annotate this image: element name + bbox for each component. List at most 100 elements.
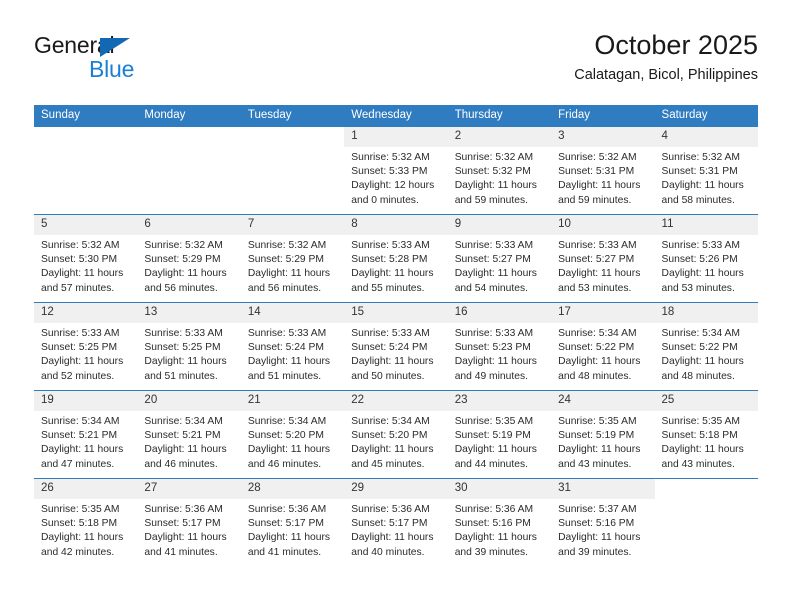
sunset-time: Sunset: 5:27 PM bbox=[454, 254, 531, 266]
daylight-duration-line2: and 55 minutes. bbox=[351, 282, 425, 294]
calendar-day-cell-empty bbox=[34, 127, 138, 215]
sunset-time: Sunset: 5:25 PM bbox=[41, 342, 118, 354]
day-cell-inner: 15 Sunrise: 5:33 AM Sunset: 5:24 PM Dayligh… bbox=[344, 303, 448, 390]
daylight-duration-line1: Daylight: 11 hours bbox=[558, 356, 641, 368]
daylight-duration-line1: Daylight: 11 hours bbox=[661, 268, 744, 280]
calendar-day-cell[interactable]: 18 Sunrise: 5:34 AM Sunset: 5:22 PM Dayligh… bbox=[654, 302, 758, 391]
sunrise-time: Sunrise: 5:32 AM bbox=[247, 240, 327, 251]
calendar-day-cell[interactable]: 28 Sunrise: 5:36 AM Sunset: 5:17 PM Dayligh… bbox=[240, 478, 345, 566]
calendar-day-cell[interactable]: 4 Sunrise: 5:32 AM Sunset: 5:31 PM Daylight… bbox=[654, 127, 758, 215]
day-details: Sunrise: 5:35 AM Sunset: 5:19 PM Daylight:… bbox=[448, 411, 551, 472]
sunset-time: Sunset: 5:30 PM bbox=[41, 254, 118, 266]
day-cell-inner: 18 Sunrise: 5:34 AM Sunset: 5:22 PM Dayligh… bbox=[654, 303, 758, 390]
daylight-duration-line2: and 0 minutes. bbox=[351, 194, 419, 206]
calendar-day-cell[interactable]: 10 Sunrise: 5:33 AM Sunset: 5:27 PM Dayligh… bbox=[551, 214, 655, 303]
day-number: 26 bbox=[34, 479, 138, 499]
day-cell-inner: 23 Sunrise: 5:35 AM Sunset: 5:19 PM Dayligh… bbox=[447, 391, 552, 478]
calendar-day-cell[interactable]: 26 Sunrise: 5:35 AM Sunset: 5:18 PM Dayligh… bbox=[34, 478, 138, 566]
day-cell-inner: 21 Sunrise: 5:34 AM Sunset: 5:20 PM Dayligh… bbox=[240, 391, 345, 478]
day-number: 8 bbox=[344, 215, 448, 235]
day-number bbox=[137, 127, 240, 147]
day-number bbox=[241, 127, 344, 147]
calendar-day-cell[interactable]: 13 Sunrise: 5:33 AM Sunset: 5:25 PM Dayligh… bbox=[137, 302, 241, 391]
calendar-day-cell[interactable]: 21 Sunrise: 5:34 AM Sunset: 5:20 PM Dayligh… bbox=[240, 390, 345, 479]
day-cell-inner: 11 Sunrise: 5:33 AM Sunset: 5:26 PM Dayligh… bbox=[654, 215, 758, 302]
day-number bbox=[655, 479, 758, 499]
calendar-day-cell[interactable]: 20 Sunrise: 5:34 AM Sunset: 5:21 PM Dayligh… bbox=[137, 390, 241, 479]
day-cell-inner: 6 Sunrise: 5:32 AM Sunset: 5:29 PM Daylight… bbox=[137, 215, 241, 302]
day-number: 22 bbox=[344, 391, 448, 411]
day-details: Sunrise: 5:35 AM Sunset: 5:18 PM Daylight:… bbox=[34, 499, 137, 560]
day-details: Sunrise: 5:32 AM Sunset: 5:29 PM Daylight:… bbox=[241, 235, 344, 296]
sunset-time: Sunset: 5:19 PM bbox=[558, 430, 635, 442]
daylight-duration-line1: Daylight: 11 hours bbox=[558, 532, 641, 544]
calendar-day-cell[interactable]: 7 Sunrise: 5:32 AM Sunset: 5:29 PM Daylight… bbox=[240, 214, 345, 303]
day-cell-inner: 12 Sunrise: 5:33 AM Sunset: 5:25 PM Dayligh… bbox=[34, 303, 138, 390]
sunrise-time: Sunrise: 5:36 AM bbox=[247, 504, 327, 515]
day-details: Sunrise: 5:32 AM Sunset: 5:33 PM Daylight:… bbox=[344, 147, 447, 208]
sunrise-time: Sunrise: 5:34 AM bbox=[558, 328, 637, 339]
calendar-day-cell[interactable]: 30 Sunrise: 5:36 AM Sunset: 5:16 PM Dayligh… bbox=[447, 478, 552, 566]
daylight-duration-line2: and 57 minutes. bbox=[41, 282, 115, 294]
day-number: 3 bbox=[551, 127, 655, 147]
sunrise-time: Sunrise: 5:35 AM bbox=[454, 416, 534, 427]
calendar-page: General Blue October 2025 Calatagan, Bic… bbox=[0, 0, 792, 612]
day-cell-inner: 20 Sunrise: 5:34 AM Sunset: 5:21 PM Dayligh… bbox=[137, 391, 241, 478]
calendar-day-cell[interactable]: 22 Sunrise: 5:34 AM Sunset: 5:20 PM Dayligh… bbox=[344, 390, 448, 479]
daylight-duration-line2: and 51 minutes. bbox=[144, 370, 218, 382]
day-details: Sunrise: 5:33 AM Sunset: 5:25 PM Daylight:… bbox=[34, 323, 137, 384]
calendar-day-cell[interactable]: 29 Sunrise: 5:36 AM Sunset: 5:17 PM Dayligh… bbox=[344, 478, 448, 566]
calendar-day-cell[interactable]: 6 Sunrise: 5:32 AM Sunset: 5:29 PM Daylight… bbox=[137, 214, 241, 303]
daylight-duration-line2: and 43 minutes. bbox=[661, 458, 735, 470]
daylight-duration-line2: and 39 minutes. bbox=[558, 546, 632, 558]
day-details: Sunrise: 5:33 AM Sunset: 5:24 PM Daylight:… bbox=[241, 323, 344, 384]
calendar-day-cell[interactable]: 9 Sunrise: 5:33 AM Sunset: 5:27 PM Daylight… bbox=[447, 214, 552, 303]
day-number: 23 bbox=[447, 391, 552, 411]
daylight-duration-line2: and 41 minutes. bbox=[247, 546, 322, 558]
calendar-day-cell[interactable]: 24 Sunrise: 5:35 AM Sunset: 5:19 PM Dayligh… bbox=[551, 390, 655, 479]
daylight-duration-line2: and 59 minutes. bbox=[558, 194, 632, 206]
calendar-day-cell[interactable]: 3 Sunrise: 5:32 AM Sunset: 5:31 PM Daylight… bbox=[551, 127, 655, 215]
calendar-day-cell[interactable]: 19 Sunrise: 5:34 AM Sunset: 5:21 PM Dayligh… bbox=[34, 390, 138, 479]
calendar-day-cell[interactable]: 17 Sunrise: 5:34 AM Sunset: 5:22 PM Dayligh… bbox=[551, 302, 655, 391]
sunset-time: Sunset: 5:17 PM bbox=[144, 518, 221, 530]
logo-word-blue: Blue bbox=[89, 56, 135, 82]
daylight-duration-line2: and 51 minutes. bbox=[247, 370, 322, 382]
calendar-day-cell[interactable]: 8 Sunrise: 5:33 AM Sunset: 5:28 PM Daylight… bbox=[344, 214, 448, 303]
calendar-day-cell[interactable]: 23 Sunrise: 5:35 AM Sunset: 5:19 PM Dayligh… bbox=[447, 390, 552, 479]
day-number: 21 bbox=[240, 391, 345, 411]
day-cell-inner: 28 Sunrise: 5:36 AM Sunset: 5:17 PM Dayligh… bbox=[240, 479, 345, 566]
daylight-duration-line1: Daylight: 11 hours bbox=[351, 268, 434, 280]
calendar-day-cell[interactable]: 31 Sunrise: 5:37 AM Sunset: 5:16 PM Dayligh… bbox=[551, 478, 655, 566]
daylight-duration-line2: and 44 minutes. bbox=[454, 458, 528, 470]
calendar-day-cell[interactable]: 27 Sunrise: 5:36 AM Sunset: 5:17 PM Dayligh… bbox=[137, 478, 241, 566]
general-blue-logo[interactable]: General Blue bbox=[34, 30, 274, 92]
calendar-day-cell[interactable]: 5 Sunrise: 5:32 AM Sunset: 5:30 PM Daylight… bbox=[34, 214, 138, 303]
page-title: October 2025 bbox=[594, 30, 758, 60]
daylight-duration-line2: and 56 minutes. bbox=[144, 282, 218, 294]
day-details: Sunrise: 5:34 AM Sunset: 5:20 PM Daylight:… bbox=[344, 411, 447, 472]
day-cell-inner: 30 Sunrise: 5:36 AM Sunset: 5:16 PM Dayligh… bbox=[447, 479, 552, 566]
calendar-day-cell[interactable]: 25 Sunrise: 5:35 AM Sunset: 5:18 PM Dayligh… bbox=[654, 390, 758, 479]
day-cell-inner: 14 Sunrise: 5:33 AM Sunset: 5:24 PM Dayligh… bbox=[240, 303, 345, 390]
calendar-day-cell[interactable]: 2 Sunrise: 5:32 AM Sunset: 5:32 PM Daylight… bbox=[447, 127, 552, 215]
day-cell-inner: 24 Sunrise: 5:35 AM Sunset: 5:19 PM Dayligh… bbox=[551, 391, 655, 478]
calendar-day-cell-empty bbox=[137, 127, 241, 215]
daylight-duration-line1: Daylight: 11 hours bbox=[247, 532, 331, 544]
calendar-day-cell[interactable]: 12 Sunrise: 5:33 AM Sunset: 5:25 PM Dayligh… bbox=[34, 302, 138, 391]
sunset-time: Sunset: 5:22 PM bbox=[661, 342, 738, 354]
day-cell-inner: 10 Sunrise: 5:33 AM Sunset: 5:27 PM Dayligh… bbox=[551, 215, 655, 302]
day-cell-inner: 9 Sunrise: 5:33 AM Sunset: 5:27 PM Daylight… bbox=[447, 215, 552, 302]
day-number: 1 bbox=[344, 127, 448, 147]
sunrise-sunset-calendar: Sunday Monday Tuesday Wednesday Thursday… bbox=[34, 105, 758, 566]
daylight-duration-line1: Daylight: 11 hours bbox=[144, 444, 227, 456]
calendar-day-cell[interactable]: 16 Sunrise: 5:33 AM Sunset: 5:23 PM Dayligh… bbox=[447, 302, 552, 391]
calendar-day-cell[interactable]: 14 Sunrise: 5:33 AM Sunset: 5:24 PM Dayligh… bbox=[240, 302, 345, 391]
calendar-day-cell[interactable]: 1 Sunrise: 5:32 AM Sunset: 5:33 PM Daylight… bbox=[344, 127, 448, 215]
calendar-day-cell[interactable]: 15 Sunrise: 5:33 AM Sunset: 5:24 PM Dayligh… bbox=[344, 302, 448, 391]
sunset-time: Sunset: 5:29 PM bbox=[144, 254, 221, 266]
day-cell-inner: 7 Sunrise: 5:32 AM Sunset: 5:29 PM Daylight… bbox=[240, 215, 345, 302]
sunset-time: Sunset: 5:21 PM bbox=[41, 430, 118, 442]
day-number: 17 bbox=[551, 303, 655, 323]
calendar-day-cell[interactable]: 11 Sunrise: 5:33 AM Sunset: 5:26 PM Dayligh… bbox=[654, 214, 758, 303]
